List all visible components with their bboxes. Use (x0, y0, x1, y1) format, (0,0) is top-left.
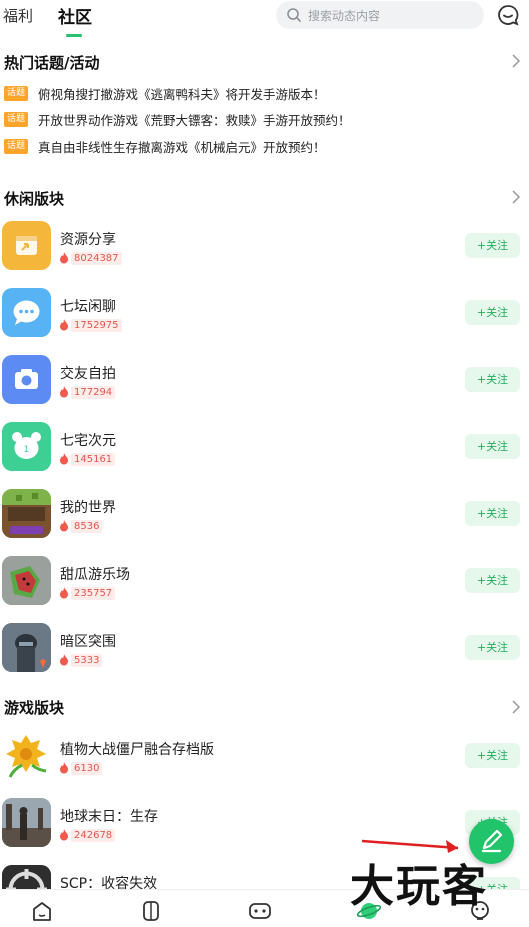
follow-button[interactable]: +关注 (465, 367, 520, 392)
minecraft-icon (2, 489, 51, 538)
follow-button[interactable]: +关注 (465, 568, 520, 593)
top-bar: 福利 社区 搜索动态内容 (0, 0, 529, 37)
follow-button[interactable]: +关注 (465, 501, 520, 526)
topic-text: 开放世界动作游戏《荒野大镖客：救赎》手游开放预约！ (38, 112, 351, 128)
board-row-selfie[interactable]: 交友自拍 177294 +关注 (0, 355, 529, 407)
topic-badge: 话题 (4, 138, 28, 154)
flame-icon (60, 587, 68, 599)
flame-icon (60, 386, 68, 398)
topic-text: 真自由非线性生存撤离游戏《机械启元》开放预约！ (38, 139, 326, 155)
survivor-icon (2, 798, 51, 847)
flame-icon (60, 453, 68, 465)
plant-icon (2, 731, 51, 780)
board-name: 我的世界 (60, 500, 116, 516)
heat-badge: 6130 (59, 761, 103, 775)
board-name: 地球末日：生存 (60, 809, 158, 825)
casual-section-title: 休闲版块 (4, 190, 65, 208)
follow-button[interactable]: +关注 (465, 635, 520, 660)
board-name: 七宅次元 (60, 433, 116, 449)
game-controller-icon[interactable] (139, 900, 163, 922)
board-row-anime[interactable]: 1 七宅次元 145161 +关注 (0, 422, 529, 474)
board-row-chat[interactable]: 七坛闲聊 1752975 +关注 (0, 288, 529, 340)
game-section-title: 游戏版块 (4, 699, 65, 717)
message-icon[interactable] (497, 4, 519, 26)
topic-badge: 话题 (4, 111, 28, 127)
soldier-icon (2, 623, 51, 672)
flame-icon (60, 319, 68, 331)
chevron-right-icon[interactable] (511, 54, 521, 68)
hot-topics-title: 热门话题/活动 (4, 54, 100, 72)
board-name: 甜瓜游乐场 (60, 567, 130, 583)
flame-icon (60, 520, 68, 532)
heat-badge: 8024387 (59, 251, 122, 265)
search-input[interactable]: 搜索动态内容 (276, 1, 484, 29)
bear-icon: 1 (2, 422, 51, 471)
board-name: 交友自拍 (60, 366, 116, 382)
watermark-text: 大玩客 (350, 861, 488, 912)
heat-badge: 177294 (59, 385, 116, 399)
topic-text: 俯视角搜打撤游戏《逃离鸭科夫》将开发手游版本！ (38, 86, 326, 102)
heat-badge: 1752975 (59, 318, 122, 332)
search-icon (287, 8, 301, 22)
board-row-arena-breakout[interactable]: 暗区突围 5333 +关注 (0, 623, 529, 675)
melon-icon (2, 556, 51, 605)
heat-badge: 242678 (59, 828, 116, 842)
topic-badge: 话题 (4, 85, 28, 101)
heat-badge: 5333 (59, 653, 103, 667)
share-icon (2, 221, 51, 270)
heat-badge: 145161 (59, 452, 116, 466)
board-row-minecraft[interactable]: 我的世界 8536 +关注 (0, 489, 529, 541)
board-name: 资源分享 (60, 232, 116, 248)
follow-button[interactable]: +关注 (465, 434, 520, 459)
board-row-resource-share[interactable]: 资源分享 8024387 +关注 (0, 221, 529, 273)
tab-welfare[interactable]: 福利 (3, 5, 33, 26)
flame-icon (60, 762, 68, 774)
heat-badge: 235757 (59, 586, 116, 600)
active-tab-indicator (66, 34, 82, 37)
board-name: 暗区突围 (60, 634, 116, 650)
board-name: 植物大战僵尸融合存档版 (60, 742, 214, 758)
chat-icon (2, 288, 51, 337)
heat-badge: 8536 (59, 519, 103, 533)
camera-icon (2, 355, 51, 404)
topic-item[interactable]: 话题 俯视角搜打撤游戏《逃离鸭科夫》将开发手游版本！ (4, 84, 326, 102)
chevron-right-icon[interactable] (511, 700, 521, 714)
tab-community[interactable]: 社区 (58, 3, 92, 28)
board-row-pvz[interactable]: 植物大战僵尸融合存档版 6130 +关注 (0, 731, 529, 783)
chevron-right-icon[interactable] (511, 190, 521, 204)
follow-button[interactable]: +关注 (465, 233, 520, 258)
mini-game-icon[interactable] (248, 900, 272, 922)
flame-icon (60, 654, 68, 666)
svg-text:1: 1 (24, 445, 30, 455)
follow-button[interactable]: +关注 (465, 743, 520, 768)
board-name: 七坛闲聊 (60, 299, 116, 315)
flame-icon (60, 252, 68, 264)
topic-item[interactable]: 话题 真自由非线性生存撤离游戏《机械启元》开放预约！ (4, 137, 326, 155)
flame-icon (60, 829, 68, 841)
home-icon[interactable] (30, 900, 54, 922)
search-placeholder: 搜索动态内容 (308, 8, 381, 23)
board-row-melon-playground[interactable]: 甜瓜游乐场 235757 +关注 (0, 556, 529, 608)
follow-button[interactable]: +关注 (465, 300, 520, 325)
topic-item[interactable]: 话题 开放世界动作游戏《荒野大镖客：救赎》手游开放预约！ (4, 110, 351, 128)
